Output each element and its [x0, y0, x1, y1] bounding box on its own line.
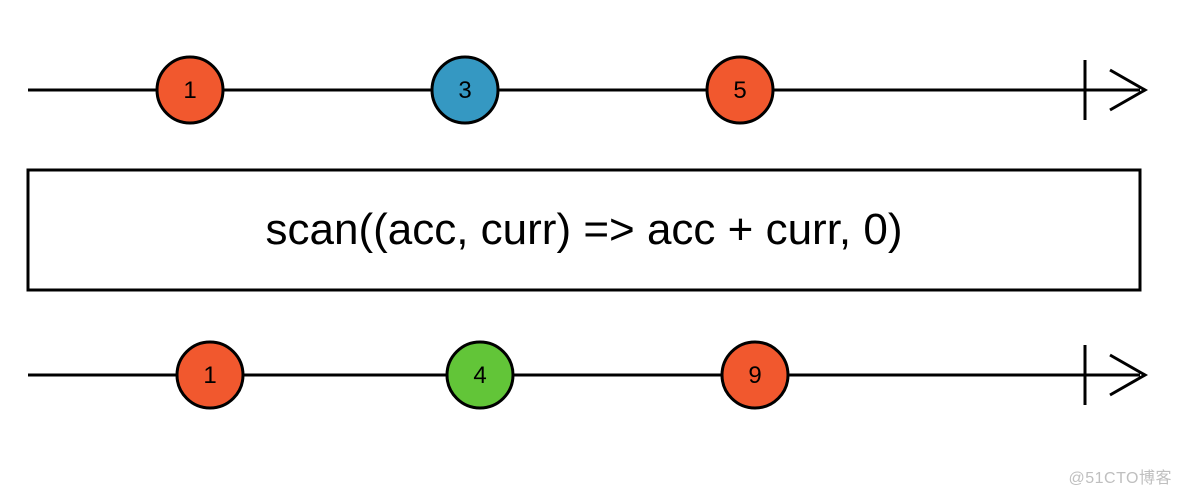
input-marble: 1: [157, 57, 223, 123]
operator-label: scan((acc, curr) => acc + curr, 0): [266, 205, 903, 254]
input-marble-value: 3: [458, 77, 471, 104]
input-marble-value: 1: [183, 77, 196, 104]
output-marble-value: 4: [473, 362, 486, 389]
output-marble: 1: [177, 342, 243, 408]
output-marble: 4: [447, 342, 513, 408]
marble-diagram: 1 3 5 scan((acc, curr) => acc + curr, 0)…: [0, 0, 1184, 500]
output-marble-value: 9: [748, 362, 761, 389]
input-marble: 5: [707, 57, 773, 123]
input-marble-value: 5: [733, 77, 746, 104]
output-timeline: 1 4 9: [28, 342, 1145, 408]
output-marble-value: 1: [203, 362, 216, 389]
operator-box: scan((acc, curr) => acc + curr, 0): [28, 170, 1140, 290]
input-timeline: 1 3 5: [28, 57, 1145, 123]
watermark: @51CTO博客: [1068, 464, 1172, 488]
output-marble: 9: [722, 342, 788, 408]
input-marble: 3: [432, 57, 498, 123]
